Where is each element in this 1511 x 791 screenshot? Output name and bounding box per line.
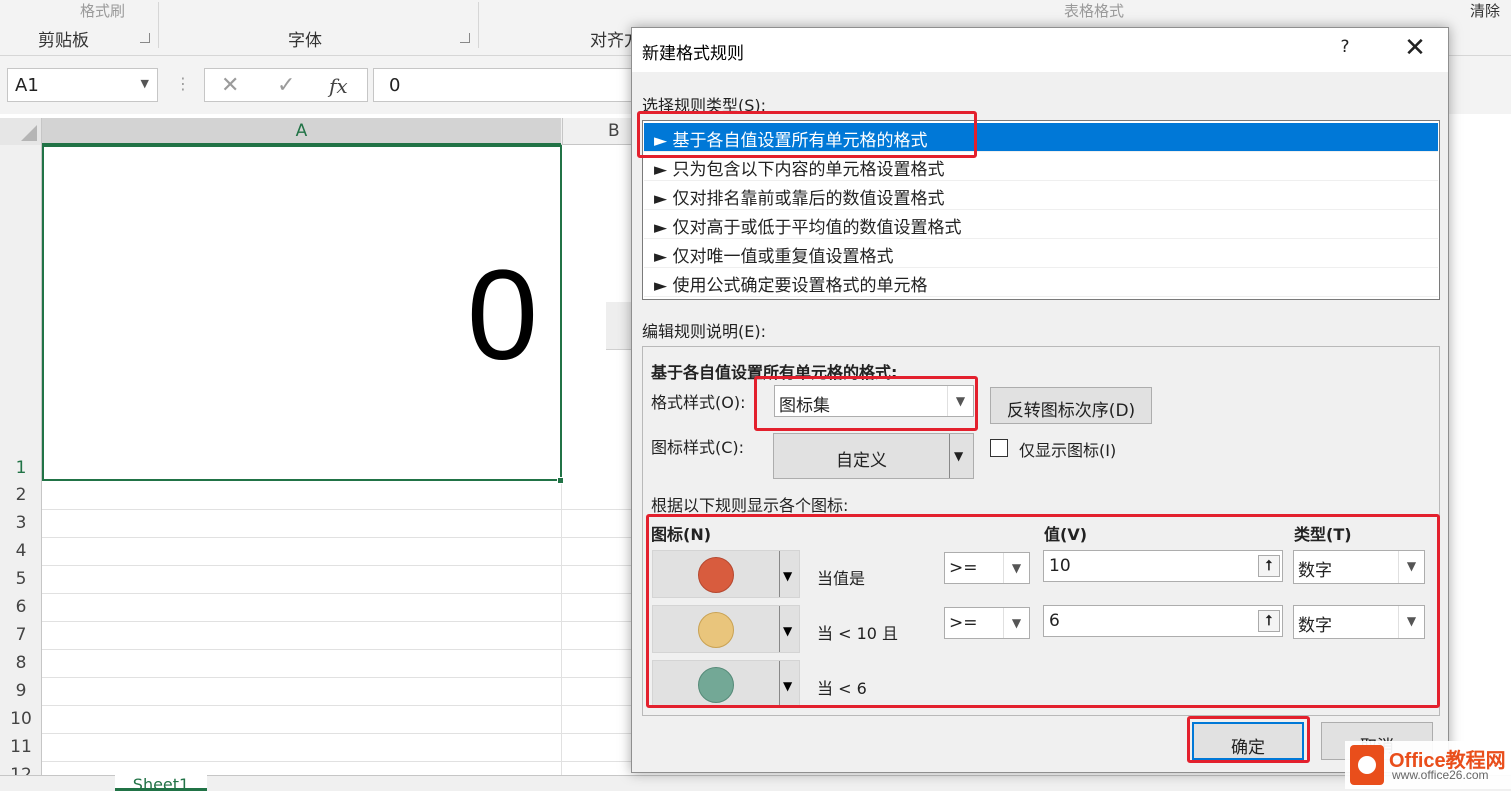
close-icon[interactable]: ✕ <box>1400 33 1430 63</box>
ribbon-divider <box>478 2 479 48</box>
fx-icon[interactable]: fx <box>329 74 348 98</box>
more-dots-icon: ⋮ <box>175 74 191 93</box>
row-header-7[interactable]: 7 <box>0 625 42 645</box>
clipboard-group-label: 剪贴板 <box>38 31 89 51</box>
rule-type-item-2[interactable]: ► 仅对排名靠前或靠后的数值设置格式 <box>644 181 1438 210</box>
highlight-rule-type <box>637 111 977 158</box>
ribbon-divider <box>158 2 159 48</box>
edit-rule-label: 编辑规则说明(E): <box>642 322 766 341</box>
grid-line <box>42 677 642 678</box>
office-logo-icon <box>1350 745 1384 785</box>
reverse-icon-order-button[interactable]: 反转图标次序(D) <box>990 387 1152 424</box>
split-divider <box>949 434 950 478</box>
column-header-a[interactable]: A <box>42 118 561 145</box>
dialog-title: 新建格式规则 <box>642 44 744 64</box>
row-header-10[interactable]: 10 <box>0 709 42 729</box>
row-header-9[interactable]: 9 <box>0 681 42 701</box>
cell-a1[interactable]: 0 <box>42 145 562 481</box>
rule-type-item-5[interactable]: ► 使用公式确定要设置格式的单元格 <box>644 268 1438 297</box>
fill-handle[interactable] <box>557 477 564 484</box>
grid-line <box>42 509 642 510</box>
formula-buttons: ✕ ✓ fx <box>204 68 368 102</box>
formula-input[interactable]: 0 <box>373 68 673 102</box>
row-header-1[interactable]: 1 <box>0 458 42 478</box>
icon-style-select[interactable]: 自定义 ▼ <box>773 433 974 479</box>
dialog-titlebar[interactable]: 新建格式规则 ? ✕ <box>632 28 1448 72</box>
format-painter-label[interactable]: 格式刷 <box>80 0 125 21</box>
row-header-3[interactable]: 3 <box>0 513 42 533</box>
row-header-5[interactable]: 5 <box>0 569 42 589</box>
icon-style-value: 自定义 <box>836 451 887 471</box>
rule-type-item-3[interactable]: ► 仅对高于或低于平均值的数值设置格式 <box>644 210 1438 239</box>
grid-line <box>42 537 642 538</box>
show-icon-only-label: 仅显示图标(I) <box>1019 441 1117 460</box>
highlight-icon-rules <box>646 514 1440 708</box>
row-header-11[interactable]: 11 <box>0 737 42 757</box>
watermark-url: www.office26.com <box>1392 768 1489 782</box>
grid-line <box>42 733 642 734</box>
row-header-6[interactable]: 6 <box>0 597 42 617</box>
cell-a1-value: 0 <box>466 244 538 387</box>
name-box-value: A1 <box>15 75 39 96</box>
cancel-icon[interactable]: ✕ <box>221 73 239 98</box>
chevron-down-icon[interactable]: ▼ <box>141 77 149 90</box>
show-icon-only-checkbox[interactable] <box>990 439 1008 457</box>
grid-line <box>42 565 642 566</box>
icon-rules-label: 根据以下规则显示各个图标: <box>651 496 849 515</box>
row-header-bar: 1 2 3 4 5 6 7 8 9 10 11 12 <box>0 145 42 785</box>
rule-type-item-4[interactable]: ► 仅对唯一值或重复值设置格式 <box>644 239 1438 268</box>
clipboard-launcher-icon[interactable] <box>140 33 150 43</box>
row-header-2[interactable]: 2 <box>0 485 42 505</box>
grid-line <box>42 761 642 762</box>
help-button[interactable]: ? <box>1332 37 1358 63</box>
grid-line <box>42 593 642 594</box>
highlight-ok-button <box>1187 716 1310 763</box>
sheet-tab-sheet1[interactable]: Sheet1 <box>115 775 207 791</box>
icon-style-label: 图标样式(C): <box>651 438 745 457</box>
grid-line <box>42 705 642 706</box>
grid-line <box>42 649 642 650</box>
chevron-down-icon[interactable]: ▼ <box>954 449 963 463</box>
grid-line <box>42 621 642 622</box>
format-style-label: 格式样式(O): <box>651 393 746 412</box>
row-header-8[interactable]: 8 <box>0 653 42 673</box>
font-launcher-icon[interactable] <box>460 33 470 43</box>
select-all-button[interactable] <box>0 118 42 145</box>
row-header-4[interactable]: 4 <box>0 541 42 561</box>
table-format-label[interactable]: 表格格式 <box>1064 0 1124 21</box>
highlight-format-style <box>754 376 978 431</box>
name-box[interactable]: A1 ▼ <box>7 68 158 102</box>
sheet-tab-bar <box>0 775 1511 791</box>
new-format-rule-dialog: 新建格式规则 ? ✕ 选择规则类型(S): ► 基于各自值设置所有单元格的格式 … <box>631 27 1449 773</box>
clear-label[interactable]: 清除 <box>1470 0 1500 21</box>
font-group-label: 字体 <box>288 31 322 51</box>
enter-icon[interactable]: ✓ <box>277 73 295 98</box>
